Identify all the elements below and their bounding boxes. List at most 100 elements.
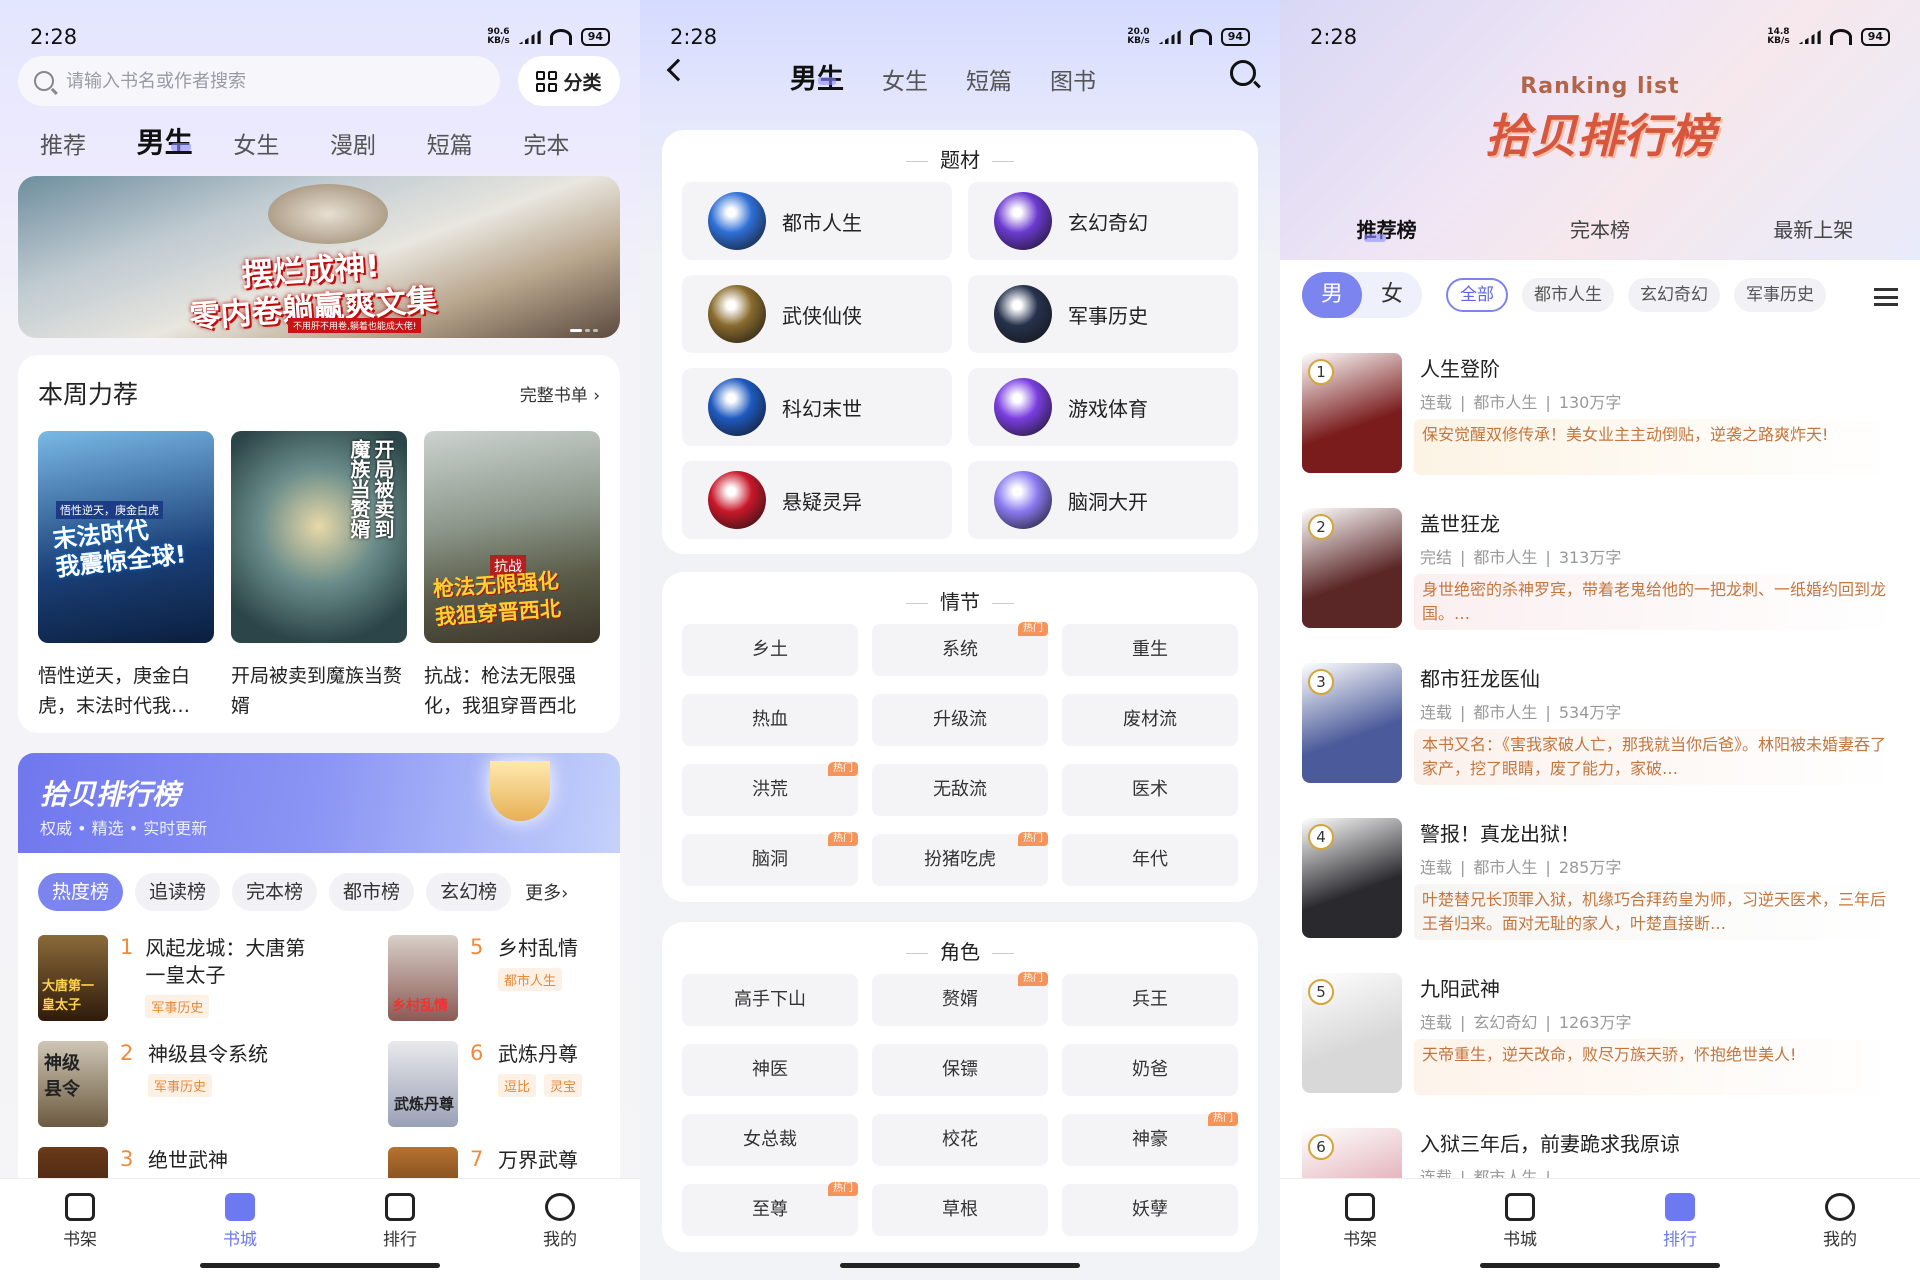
genre-button[interactable]: 武侠仙侠 <box>682 275 952 353</box>
ranking-list-item[interactable]: 2 盖世狂龙 完结 | 都市人生 | 313万字 身世绝密的杀神罗宾，带着老鬼给他的一把龙刺、… <box>1302 508 1898 638</box>
role-button[interactable]: 保镖 <box>872 1044 1048 1096</box>
book-card[interactable]: 抗战 枪法无限强化 我狙穿晋西北 抗战：枪法无限强化，我狙穿晋西北 <box>424 431 600 721</box>
tab-short[interactable]: 短篇 <box>966 62 1012 96</box>
plot-button[interactable]: 洪荒 热门 <box>682 762 858 816</box>
tab-recommend[interactable]: 推荐 <box>40 126 137 161</box>
book-genre: 都市人生 <box>1473 858 1538 877</box>
gender-male[interactable]: 男 <box>1302 272 1362 318</box>
back-icon[interactable] <box>666 58 690 82</box>
nav-profile[interactable]: 我的 <box>1800 1193 1880 1280</box>
role-button[interactable]: 校花 <box>872 1114 1048 1166</box>
wifi-icon <box>1189 29 1212 45</box>
filter-urban[interactable]: 都市人生 <box>1522 278 1614 312</box>
plot-label: 洪荒 <box>752 779 788 800</box>
ranking-item[interactable]: 大唐第一 皇太子 1 风起龙城：大唐第一皇太子 军事历史 <box>38 935 308 1021</box>
role-button[interactable]: 妖孽 <box>1062 1184 1238 1236</box>
tab-short[interactable]: 短篇 <box>427 126 524 161</box>
category-button[interactable]: 分类 <box>518 56 620 106</box>
nav-profile[interactable]: 我的 <box>520 1193 600 1280</box>
ranking-item[interactable]: 神级 县令 2 神级县令系统 军事历史 <box>38 1041 308 1127</box>
grid-icon <box>536 70 558 92</box>
promo-banner[interactable]: 摆烂成神! 零内卷躺赢爽文集 不用肝不用卷,躺着也能成大佬! <box>18 176 620 338</box>
genre-button[interactable]: 军事历史 <box>968 275 1238 353</box>
plot-button[interactable]: 脑洞 热门 <box>682 832 858 886</box>
filter-military[interactable]: 军事历史 <box>1734 278 1826 312</box>
ranking-screen: 2:28 14.8 KB/s 94 Ranking list 拾贝排行榜 推荐榜 … <box>1280 0 1920 1280</box>
plot-button[interactable]: 热血 <box>682 694 858 746</box>
ranking-list-item[interactable]: 4 警报！真龙出狱！ 连载 | 都市人生 | 285万字 叶楚替兄长顶罪入狱，机缘巧合拜药皇为… <box>1302 818 1898 948</box>
role-button[interactable]: 奶爸 <box>1062 1044 1238 1096</box>
book-card[interactable]: 末法时代 我震惊全球! 悟性逆天，庚金白虎 悟性逆天，庚金白虎，末法时代我… <box>38 431 214 721</box>
search-input[interactable] <box>66 70 446 92</box>
hot-badge: 热门 <box>828 832 858 846</box>
nav-bookshelf[interactable]: 书架 <box>1320 1193 1400 1280</box>
chip-follow[interactable]: 追读榜 <box>135 873 221 911</box>
tab-finished[interactable]: 完本 <box>523 126 620 161</box>
tab-recommend[interactable]: 推荐榜 <box>1280 214 1493 243</box>
ranking-list-item[interactable]: 1 人生登阶 连载 | 都市人生 | 130万字 保安觉醒双修传承！美女业主主动倒贴，逆袭之路… <box>1302 353 1898 483</box>
role-button[interactable]: 高手下山 <box>682 974 858 1026</box>
gender-female[interactable]: 女 <box>1362 272 1422 318</box>
plot-button[interactable]: 系统 热门 <box>872 622 1048 676</box>
role-button[interactable]: 草根 <box>872 1184 1048 1236</box>
book-title: 警报！真龙出狱！ <box>1420 822 1580 846</box>
nav-bookshelf[interactable]: 书架 <box>40 1193 120 1280</box>
plot-button[interactable]: 医术 <box>1062 764 1238 816</box>
book-cover: 1 <box>1302 353 1402 473</box>
ranking-banner[interactable]: 拾贝排行榜 权威 • 精选 • 实时更新 <box>18 753 620 853</box>
chip-urban[interactable]: 都市榜 <box>329 873 415 911</box>
plot-button[interactable]: 重生 <box>1062 624 1238 676</box>
plot-button[interactable]: 无敌流 <box>872 764 1048 816</box>
genre-button[interactable]: 脑洞大开 <box>968 461 1238 539</box>
rank-badge: 2 <box>1308 514 1334 540</box>
tab-books[interactable]: 图书 <box>1050 62 1096 96</box>
status-bar: 2:28 90.6 KB/s 94 <box>30 20 610 54</box>
status-icons: 14.8 KB/s 94 <box>1767 28 1890 46</box>
plot-button[interactable]: 扮猪吃虎 热门 <box>872 832 1048 886</box>
role-button[interactable]: 兵王 <box>1062 974 1238 1026</box>
tab-comic-drama[interactable]: 漫剧 <box>330 126 427 161</box>
filter-fantasy[interactable]: 玄幻奇幻 <box>1628 278 1720 312</box>
book-card[interactable]: 开局被卖到 魔族当赘婿 开局被卖到魔族当赘婿 <box>231 431 407 721</box>
tab-finished[interactable]: 完本榜 <box>1493 214 1706 243</box>
role-button[interactable]: 至尊 热门 <box>682 1182 858 1236</box>
role-button[interactable]: 女总裁 <box>682 1114 858 1166</box>
genre-button[interactable]: 科幻末世 <box>682 368 952 446</box>
plot-button[interactable]: 废材流 <box>1062 694 1238 746</box>
role-button[interactable]: 赘婿 热门 <box>872 972 1048 1026</box>
tab-male[interactable]: 男生 <box>790 57 844 96</box>
chip-popular[interactable]: 热度榜 <box>38 873 124 911</box>
card-title: 题材 <box>662 144 1258 173</box>
page-title: 拾贝排行榜 <box>1485 109 1715 163</box>
genre-button[interactable]: 游戏体育 <box>968 368 1238 446</box>
full-list-link[interactable]: 完整书单 › <box>520 381 600 406</box>
filter-all[interactable]: 全部 <box>1446 278 1508 312</box>
genre-button[interactable]: 都市人生 <box>682 182 952 260</box>
role-button[interactable]: 神医 <box>682 1044 858 1096</box>
role-button[interactable]: 神豪 热门 <box>1062 1112 1238 1166</box>
tab-new[interactable]: 最新上架 <box>1707 214 1920 243</box>
category-screen: 2:28 20.0 KB/s 94 男生 女生 短篇 图书 题材 都市人生 玄幻奇幻… <box>640 0 1280 1280</box>
menu-icon[interactable] <box>1874 288 1898 306</box>
ranking-list-item[interactable]: 5 九阳武神 连载 | 玄幻奇幻 | 1263万字 天帝重生，逆天改命，败尽万族天骄，怀抱绝世… <box>1302 973 1898 1103</box>
genre-label: 游戏体育 <box>1068 396 1148 421</box>
more-ranking-link[interactable]: 更多› <box>525 879 568 905</box>
plot-button[interactable]: 年代 <box>1062 834 1238 886</box>
book-meta: 连载 | 都市人生 | 534万字 <box>1420 703 1622 722</box>
chip-fantasy[interactable]: 玄幻榜 <box>426 873 512 911</box>
chip-finished[interactable]: 完本榜 <box>232 873 318 911</box>
plot-button[interactable]: 乡土 <box>682 624 858 676</box>
ranking-list-item[interactable]: 3 都市狂龙医仙 连载 | 都市人生 | 534万字 本书又名：《害我家破人亡，那我就当你后爸… <box>1302 663 1898 793</box>
search-icon[interactable] <box>1230 60 1256 86</box>
genre-button[interactable]: 悬疑灵异 <box>682 461 952 539</box>
plot-button[interactable]: 升级流 <box>872 694 1048 746</box>
tab-female[interactable]: 女生 <box>882 62 928 96</box>
book-title: 风起龙城：大唐第一皇太子 <box>145 936 306 987</box>
search-bar[interactable] <box>18 56 500 106</box>
ranking-item[interactable]: 乡村乱情 5 乡村乱情 都市人生 <box>388 935 640 1021</box>
tab-male[interactable]: 男生 <box>137 121 234 161</box>
tab-female[interactable]: 女生 <box>233 126 330 161</box>
rank-number: 2 <box>120 1041 134 1065</box>
ranking-item[interactable]: 武炼丹尊 6 武炼丹尊 逗比 灵宝 <box>388 1041 640 1127</box>
genre-button[interactable]: 玄幻奇幻 <box>968 182 1238 260</box>
